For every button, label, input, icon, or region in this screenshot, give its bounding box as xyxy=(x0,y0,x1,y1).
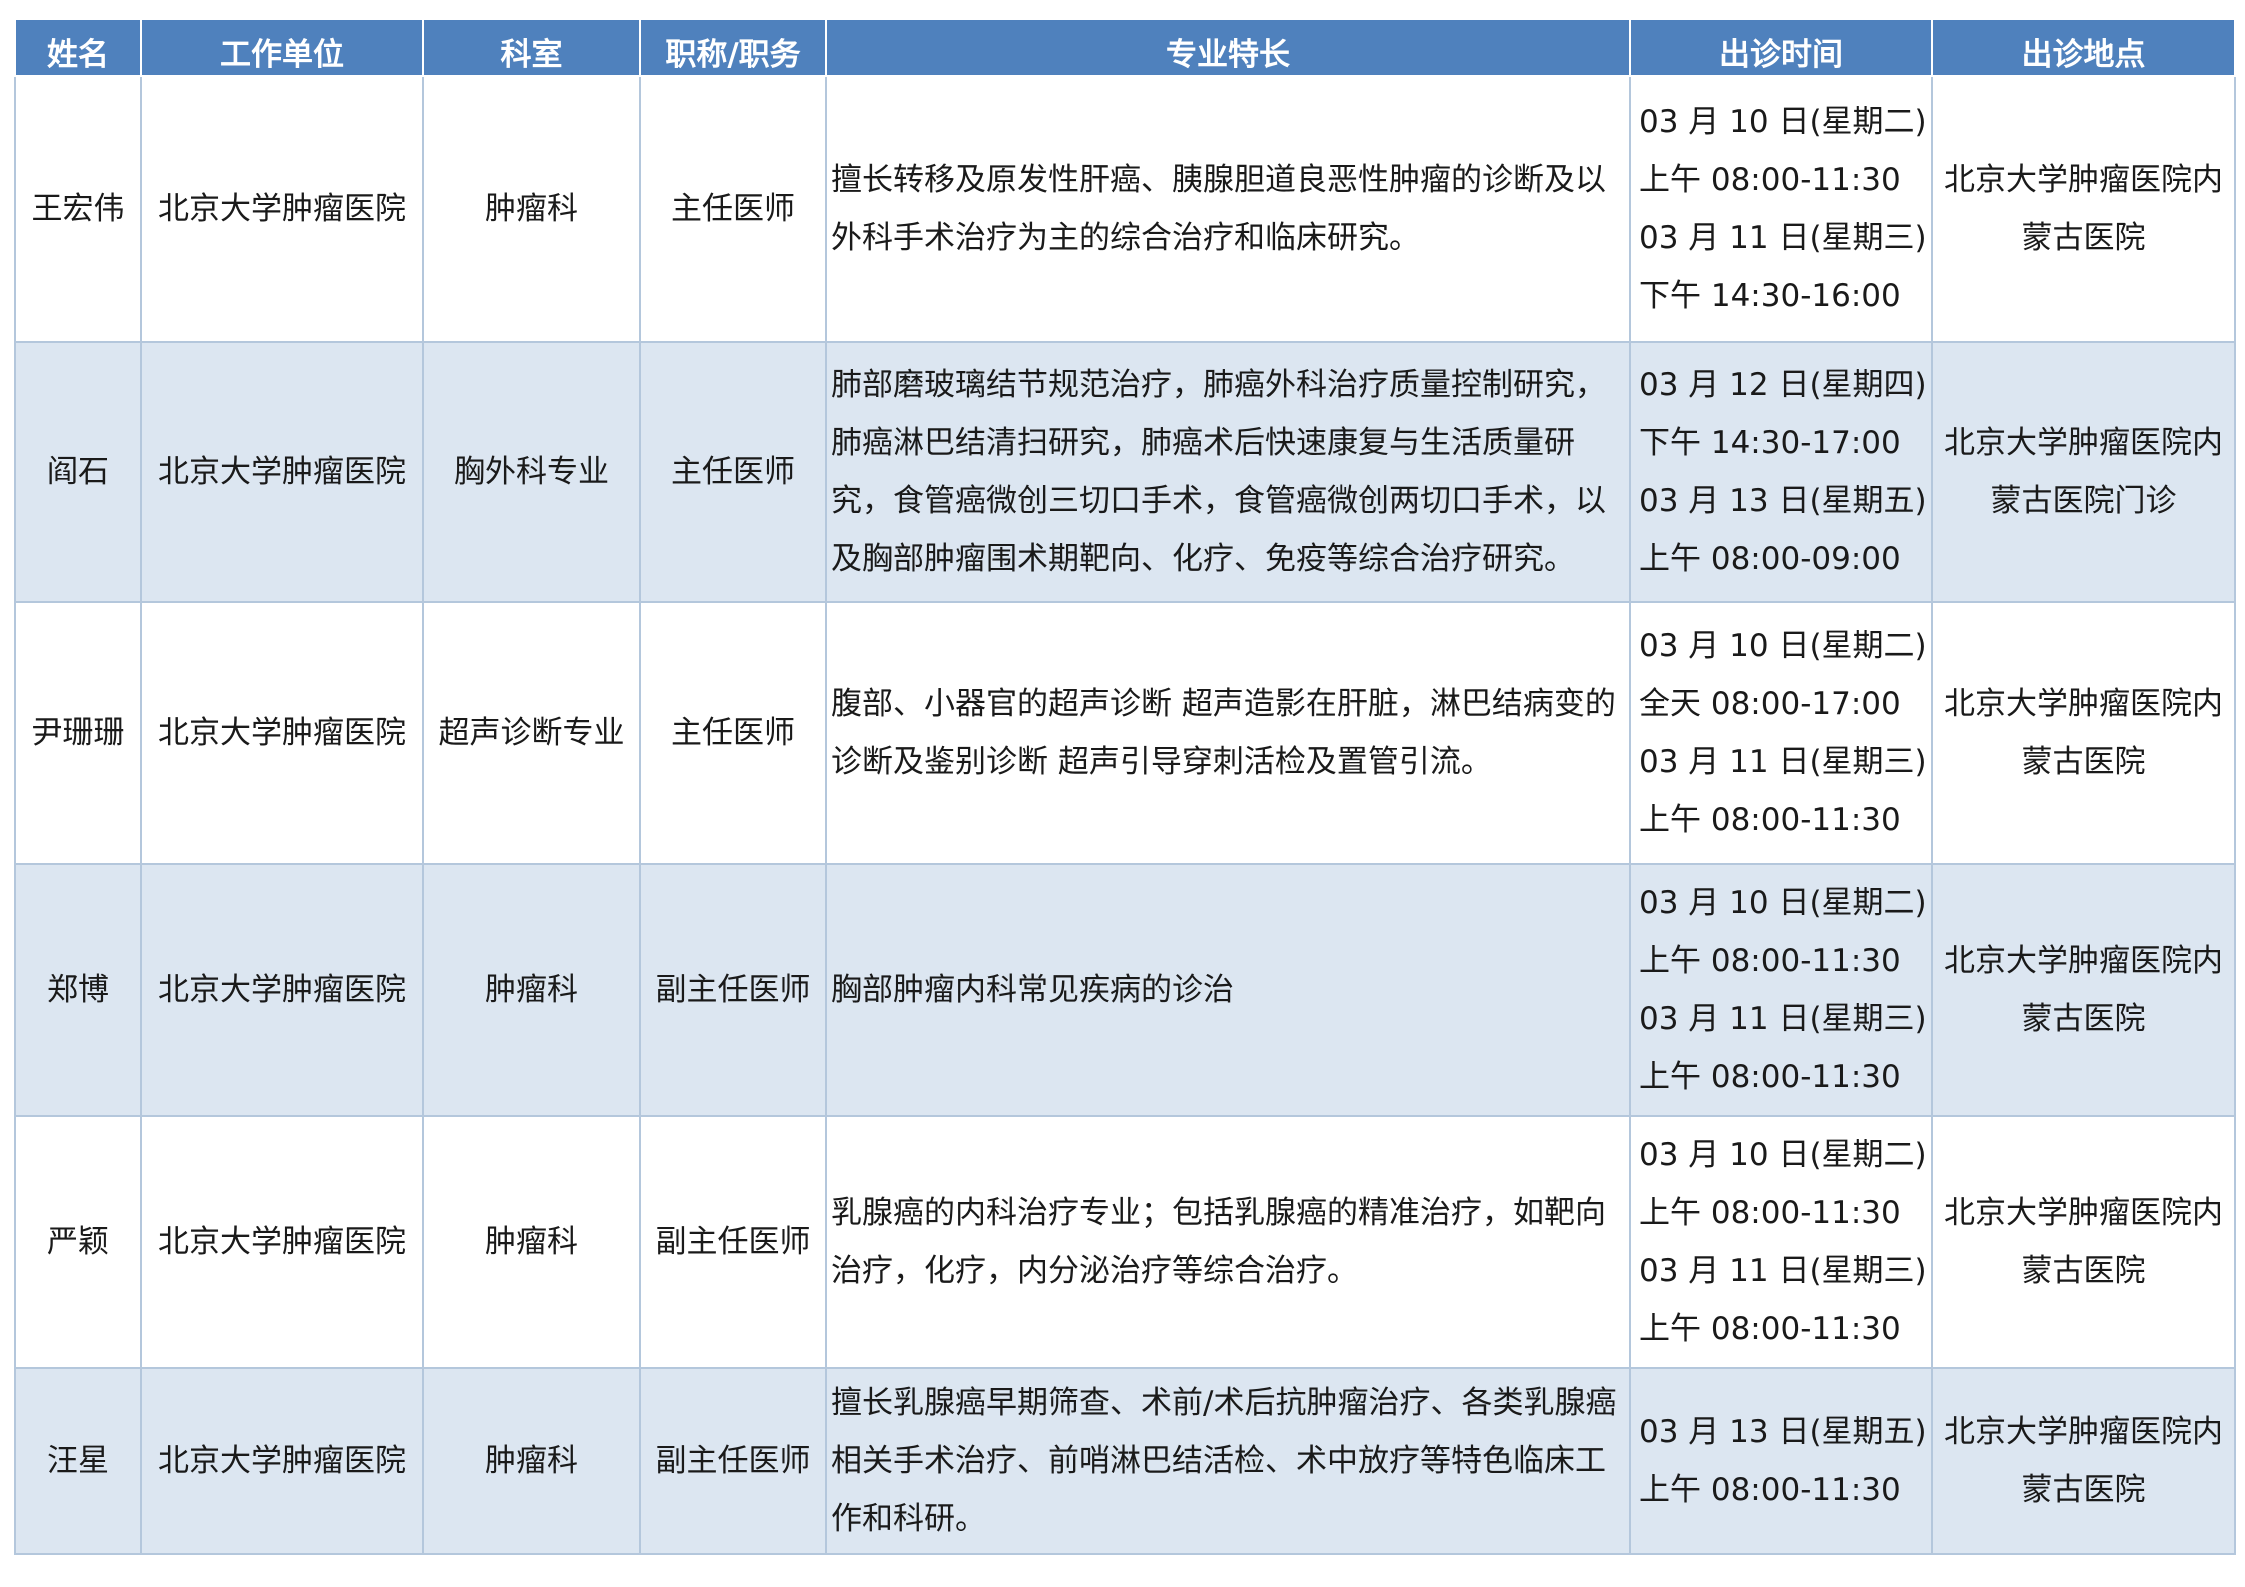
work-unit: 北京大学肿瘤医院 xyxy=(140,601,424,865)
clinic-location: 北京大学肿瘤医院内 蒙古医院 xyxy=(1931,863,2236,1117)
clinic-location: 北京大学肿瘤医院内 蒙古医院 xyxy=(1931,601,2236,865)
doctor-name: 郑博 xyxy=(14,863,142,1117)
clinic-location-line: 北京大学肿瘤医院内 xyxy=(1944,686,2223,722)
clinic-time: 03 月 10 日(星期二) 上午 08:00-11:30 03 月 11 日(… xyxy=(1629,1115,1933,1369)
clinic-time: 03 月 13 日(星期五) 上午 08:00-11:30 xyxy=(1629,1367,1933,1555)
clinic-time-line: 上午 08:00-09:00 xyxy=(1639,541,1901,577)
doctor-name: 阎石 xyxy=(14,341,142,603)
doctor-name: 严颖 xyxy=(14,1115,142,1369)
department: 肿瘤科 xyxy=(422,863,641,1117)
clinic-time-line: 03 月 13 日(星期五) xyxy=(1639,1414,1927,1450)
doctor-name: 尹珊珊 xyxy=(14,601,142,865)
job-title: 副主任医师 xyxy=(639,1115,827,1369)
job-title: 主任医师 xyxy=(639,601,827,865)
table-row: 王宏伟 北京大学肿瘤医院 肿瘤科 主任医师 擅长转移及原发性肝癌、胰腺胆道良恶性… xyxy=(14,75,2236,343)
clinic-time: 03 月 12 日(星期四) 下午 14:30-17:00 03 月 13 日(… xyxy=(1629,341,1933,603)
specialty: 肺部磨玻璃结节规范治疗，肺癌外科治疗质量控制研究，肺癌淋巴结清扫研究，肺癌术后快… xyxy=(825,341,1631,603)
clinic-time: 03 月 10 日(星期二) 上午 08:00-11:30 03 月 11 日(… xyxy=(1629,75,1933,343)
specialty: 腹部、小器官的超声诊断 超声造影在肝脏，淋巴结病变的诊断及鉴别诊断 超声引导穿刺… xyxy=(825,601,1631,865)
clinic-time-line: 上午 08:00-11:30 xyxy=(1639,1059,1901,1095)
specialty: 乳腺癌的内科治疗专业；包括乳腺癌的精准治疗，如靶向治疗，化疗，内分泌治疗等综合治… xyxy=(825,1115,1631,1369)
header-clinic-location: 出诊地点 xyxy=(1931,18,2236,77)
table-row: 汪星 北京大学肿瘤医院 肿瘤科 副主任医师 擅长乳腺癌早期筛查、术前/术后抗肿瘤… xyxy=(14,1367,2236,1555)
job-title: 副主任医师 xyxy=(639,1367,827,1555)
header-work-unit: 工作单位 xyxy=(140,18,424,77)
header-clinic-time: 出诊时间 xyxy=(1629,18,1933,77)
clinic-time-line: 03 月 11 日(星期三) xyxy=(1639,744,1927,780)
job-title: 副主任医师 xyxy=(639,863,827,1117)
job-title: 主任医师 xyxy=(639,75,827,343)
work-unit: 北京大学肿瘤医院 xyxy=(140,1367,424,1555)
clinic-time-line: 03 月 10 日(星期二) xyxy=(1639,104,1927,140)
department: 肿瘤科 xyxy=(422,1115,641,1369)
specialty: 擅长转移及原发性肝癌、胰腺胆道良恶性肿瘤的诊断及以外科手术治疗为主的综合治疗和临… xyxy=(825,75,1631,343)
clinic-time-line: 下午 14:30-16:00 xyxy=(1639,278,1901,314)
clinic-location: 北京大学肿瘤医院内 蒙古医院 xyxy=(1931,1115,2236,1369)
clinic-location-line: 北京大学肿瘤医院内 xyxy=(1944,1195,2223,1231)
department: 肿瘤科 xyxy=(422,1367,641,1555)
work-unit: 北京大学肿瘤医院 xyxy=(140,863,424,1117)
header-department: 科室 xyxy=(422,18,641,77)
header-name: 姓名 xyxy=(14,18,142,77)
clinic-time-line: 03 月 10 日(星期二) xyxy=(1639,1137,1927,1173)
clinic-time-line: 全天 08:00-17:00 xyxy=(1639,686,1901,722)
clinic-time-line: 03 月 11 日(星期三) xyxy=(1639,1001,1927,1037)
clinic-location: 北京大学肿瘤医院内 蒙古医院 xyxy=(1931,1367,2236,1555)
table-row: 严颖 北京大学肿瘤医院 肿瘤科 副主任医师 乳腺癌的内科治疗专业；包括乳腺癌的精… xyxy=(14,1115,2236,1369)
clinic-location: 北京大学肿瘤医院内 蒙古医院门诊 xyxy=(1931,341,2236,603)
department: 超声诊断专业 xyxy=(422,601,641,865)
clinic-time-line: 03 月 10 日(星期二) xyxy=(1639,885,1927,921)
clinic-location: 北京大学肿瘤医院内 蒙古医院 xyxy=(1931,75,2236,343)
job-title: 主任医师 xyxy=(639,341,827,603)
doctor-name: 王宏伟 xyxy=(14,75,142,343)
clinic-time-line: 上午 08:00-11:30 xyxy=(1639,1472,1901,1508)
table-header-row: 姓名 工作单位 科室 职称/职务 专业特长 出诊时间 出诊地点 xyxy=(14,18,2236,77)
clinic-location-line: 蒙古医院 xyxy=(2021,1001,2146,1037)
clinic-time: 03 月 10 日(星期二) 上午 08:00-11:30 03 月 11 日(… xyxy=(1629,863,1933,1117)
clinic-time-line: 03 月 11 日(星期三) xyxy=(1639,1253,1927,1289)
specialty: 擅长乳腺癌早期筛查、术前/术后抗肿瘤治疗、各类乳腺癌相关手术治疗、前哨淋巴结活检… xyxy=(825,1367,1631,1555)
clinic-location-line: 蒙古医院 xyxy=(2021,1472,2146,1508)
clinic-location-line: 蒙古医院门诊 xyxy=(1990,483,2177,519)
clinic-location-line: 蒙古医院 xyxy=(2021,1253,2146,1289)
clinic-location-line: 蒙古医院 xyxy=(2021,744,2146,780)
clinic-time-line: 上午 08:00-11:30 xyxy=(1639,802,1901,838)
table-row: 阎石 北京大学肿瘤医院 胸外科专业 主任医师 肺部磨玻璃结节规范治疗，肺癌外科治… xyxy=(14,341,2236,603)
clinic-location-line: 北京大学肿瘤医院内 xyxy=(1944,425,2223,461)
specialty: 胸部肿瘤内科常见疾病的诊治 xyxy=(825,863,1631,1117)
clinic-time-line: 03 月 11 日(星期三) xyxy=(1639,220,1927,256)
clinic-time-line: 03 月 10 日(星期二) xyxy=(1639,628,1927,664)
department: 胸外科专业 xyxy=(422,341,641,603)
clinic-time: 03 月 10 日(星期二) 全天 08:00-17:00 03 月 11 日(… xyxy=(1629,601,1933,865)
clinic-location-line: 北京大学肿瘤医院内 xyxy=(1944,1414,2223,1450)
clinic-location-line: 北京大学肿瘤医院内 xyxy=(1944,162,2223,198)
header-title: 职称/职务 xyxy=(639,18,827,77)
clinic-time-line: 下午 14:30-17:00 xyxy=(1639,425,1901,461)
clinic-time-line: 03 月 12 日(星期四) xyxy=(1639,367,1927,403)
clinic-time-line: 上午 08:00-11:30 xyxy=(1639,1195,1901,1231)
clinic-location-line: 北京大学肿瘤医院内 xyxy=(1944,943,2223,979)
clinic-time-line: 上午 08:00-11:30 xyxy=(1639,943,1901,979)
clinic-time-line: 上午 08:00-11:30 xyxy=(1639,162,1901,198)
header-specialty: 专业特长 xyxy=(825,18,1631,77)
clinic-time-line: 上午 08:00-11:30 xyxy=(1639,1311,1901,1347)
table-row: 尹珊珊 北京大学肿瘤医院 超声诊断专业 主任医师 腹部、小器官的超声诊断 超声造… xyxy=(14,601,2236,865)
department: 肿瘤科 xyxy=(422,75,641,343)
outpatient-schedule-table: 姓名 工作单位 科室 职称/职务 专业特长 出诊时间 出诊地点 王宏伟 北京大学… xyxy=(14,18,2236,1555)
table-row: 郑博 北京大学肿瘤医院 肿瘤科 副主任医师 胸部肿瘤内科常见疾病的诊治 03 月… xyxy=(14,863,2236,1117)
work-unit: 北京大学肿瘤医院 xyxy=(140,341,424,603)
doctor-name: 汪星 xyxy=(14,1367,142,1555)
work-unit: 北京大学肿瘤医院 xyxy=(140,75,424,343)
clinic-location-line: 蒙古医院 xyxy=(2021,220,2146,256)
work-unit: 北京大学肿瘤医院 xyxy=(140,1115,424,1369)
clinic-time-line: 03 月 13 日(星期五) xyxy=(1639,483,1927,519)
